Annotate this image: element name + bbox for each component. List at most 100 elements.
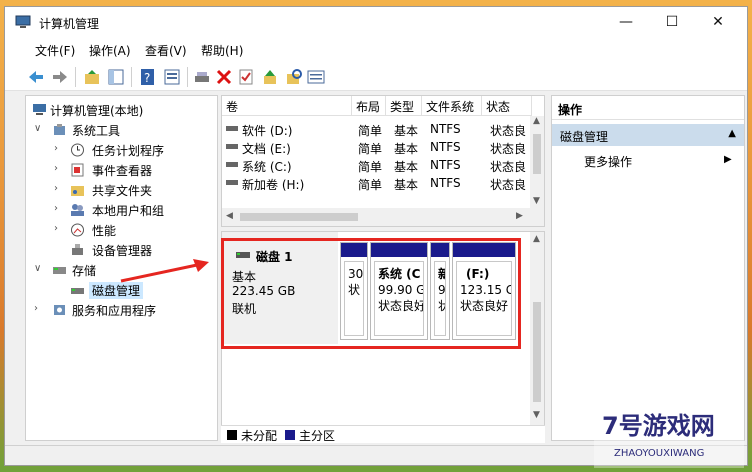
chevron-right-icon[interactable]: ▶ [724, 154, 732, 165]
up-folder-icon[interactable] [83, 68, 101, 86]
volume-horizontal-scrollbar[interactable]: ◀ ▶ [222, 208, 544, 226]
volume-status: 状态良 [490, 160, 527, 174]
chevron-right-icon[interactable]: › [54, 183, 64, 194]
chevron-down-icon[interactable]: ∨ [34, 123, 44, 134]
volume-layout: 简单 [358, 178, 383, 192]
tools-icon [54, 124, 65, 135]
services-icon [54, 305, 65, 315]
menu-bar: 文件(F) 操作(A) 查看(V) 帮助(H) [5, 37, 747, 61]
tree-label-system-tools: 系统工具 [72, 124, 121, 138]
scroll-down-icon[interactable]: ▼ [533, 410, 540, 420]
help-icon[interactable]: ? [139, 68, 157, 86]
menu-file[interactable]: 文件(F) [35, 42, 75, 59]
more-actions[interactable]: 更多操作 [584, 153, 632, 170]
scroll-up-icon[interactable]: ▲ [533, 234, 540, 244]
actions-section-disk-management[interactable]: 磁盘管理 ▲ [552, 124, 744, 146]
chevron-right-icon[interactable]: › [54, 223, 64, 234]
storage-icon [53, 267, 66, 274]
scroll-down-icon[interactable]: ▼ [533, 196, 540, 206]
disk-vertical-scrollbar[interactable]: ▲ ▼ [530, 232, 544, 426]
volume-type: 基本 [394, 124, 419, 138]
svg-text:ZHAOYOUXIWANG: ZHAOYOUXIWANG [614, 448, 704, 459]
title-bar: 计算机管理 — ☐ ✕ [5, 7, 747, 37]
properties-icon[interactable] [163, 68, 181, 86]
legend-swatch-primary [285, 430, 295, 440]
chevron-right-icon[interactable]: › [54, 203, 64, 214]
legend: 未分配 主分区 [221, 425, 545, 443]
tree-label-task-scheduler: 任务计划程序 [92, 144, 165, 158]
event-viewer-icon [71, 163, 84, 177]
svg-text:7号游戏网: 7号游戏网 [602, 412, 715, 440]
scroll-thumb[interactable] [533, 134, 541, 174]
svg-text:?: ? [144, 71, 150, 85]
users-icon [71, 204, 84, 216]
volume-fs: NTFS [430, 122, 461, 136]
drive-icon [226, 158, 240, 172]
scroll-thumb[interactable] [240, 213, 358, 221]
scroll-right-icon[interactable]: ▶ [516, 211, 523, 221]
drive-icon [226, 176, 240, 190]
tree-label-services: 服务和应用程序 [72, 304, 157, 318]
highlight-box [221, 238, 521, 349]
actions-pane: 操作 磁盘管理 ▲ 更多操作 ▶ [551, 95, 745, 441]
volume-status: 状态良 [490, 124, 527, 138]
legend-label-primary: 主分区 [299, 429, 336, 443]
scroll-left-icon[interactable]: ◀ [226, 211, 233, 221]
volume-layout: 简单 [358, 142, 383, 156]
disk-management-icon [71, 288, 84, 294]
maximize-button[interactable]: ☐ [649, 7, 695, 37]
chevron-right-icon[interactable]: › [54, 143, 64, 154]
window-title: 计算机管理 [39, 17, 100, 31]
watermark-logo: 7号游戏网 ZHAOYOUXIWANG [594, 398, 744, 468]
volume-type: 基本 [394, 160, 419, 174]
delete-icon[interactable] [215, 68, 233, 86]
scroll-thumb[interactable] [533, 302, 541, 402]
volume-list: 卷 布局 类型 文件系统 状态 软件 (D:) 简单 基本 NTFS 状态良 文… [221, 95, 545, 227]
export-icon[interactable] [261, 68, 279, 86]
more-actions-label: 更多操作 [584, 155, 633, 169]
toolbar: ? [5, 61, 747, 91]
computer-management-icon [15, 15, 31, 28]
menu-action[interactable]: 操作(A) [89, 42, 131, 59]
menu-help[interactable]: 帮助(H) [201, 42, 243, 59]
column-header-layout[interactable]: 布局 [352, 96, 386, 116]
volume-vertical-scrollbar[interactable]: ▲ ▼ [530, 116, 544, 208]
volume-type: 基本 [394, 142, 419, 156]
close-button[interactable]: ✕ [695, 7, 741, 37]
connect-icon[interactable] [193, 68, 211, 86]
volume-status: 状态良 [490, 142, 527, 156]
back-icon[interactable] [27, 68, 45, 86]
volume-fs: NTFS [430, 176, 461, 190]
menu-view[interactable]: 查看(V) [145, 42, 187, 59]
scroll-up-icon[interactable]: ▲ [533, 116, 540, 126]
table-row[interactable]: 软件 (D:) 简单 基本 NTFS 状态良 [222, 120, 532, 138]
show-hide-tree-icon[interactable] [107, 68, 125, 86]
list-icon[interactable] [307, 68, 325, 86]
search-icon[interactable] [285, 68, 303, 86]
table-row[interactable]: 系统 (C:) 简单 基本 NTFS 状态良 [222, 156, 532, 174]
tree-label-event-viewer: 事件查看器 [92, 164, 153, 178]
collapse-icon[interactable]: ▲ [728, 128, 736, 139]
column-header-filesystem[interactable]: 文件系统 [422, 96, 482, 116]
forward-icon[interactable] [51, 68, 69, 86]
clock-icon [71, 143, 84, 157]
arrow-annotation-icon [120, 259, 209, 283]
chevron-right-icon[interactable]: › [54, 163, 64, 174]
volume-status: 状态良 [490, 178, 527, 192]
chevron-right-icon[interactable]: › [34, 303, 44, 314]
drive-icon [226, 122, 240, 136]
chevron-down-icon[interactable]: ∨ [34, 263, 44, 274]
drive-icon [226, 140, 240, 154]
tree-label-storage: 存储 [72, 264, 97, 278]
minimize-button[interactable]: — [603, 7, 649, 37]
column-header-volume[interactable]: 卷 [222, 96, 352, 116]
check-icon[interactable] [237, 68, 255, 86]
tree-label-performance: 性能 [92, 224, 117, 238]
column-header-status[interactable]: 状态 [482, 96, 532, 116]
table-row[interactable]: 文档 (E:) 简单 基本 NTFS 状态良 [222, 138, 532, 156]
computer-management-icon [33, 104, 46, 115]
column-header-type[interactable]: 类型 [386, 96, 422, 116]
tree-label-local-users: 本地用户和组 [92, 204, 165, 218]
table-row[interactable]: 新加卷 (H:) 简单 基本 NTFS 状态良 [222, 174, 532, 192]
volume-fs: NTFS [430, 140, 461, 154]
